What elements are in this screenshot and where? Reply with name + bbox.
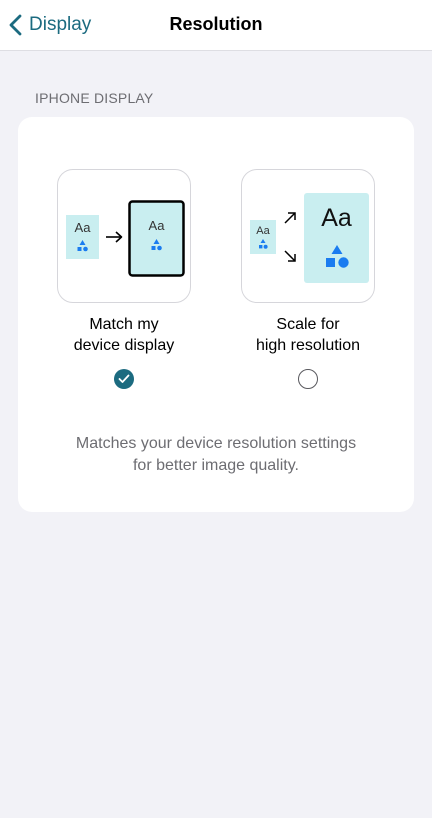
device-frame [128,200,185,277]
option-match-label-line2: device display [73,337,175,354]
navigation-bar: Display Resolution [0,0,432,51]
option-scale-high-resolution[interactable]: Aa Aa Scale for high resolution [230,169,386,389]
scale-resolution-graphic: Aa Aa [250,193,369,283]
small-tile-text: Aa [256,225,270,237]
scale-resolution-illustration[interactable]: Aa Aa [241,169,375,303]
arrow-down-right-icon [284,250,296,262]
description-line2: for better image quality. [132,457,299,474]
source-tile-text: Aa [75,220,92,235]
device-frame-text: Aa [149,218,166,233]
match-display-graphic: Aa Aa [66,200,185,277]
description-line1: Matches your device resolution settings [75,435,357,452]
arrow-up-right-icon [284,212,296,224]
section-header: IPHONE DISPLAY [35,90,154,106]
checkmark-icon [118,374,130,383]
option-description: Matches your device resolution settings … [18,433,414,477]
option-match-radio-checked[interactable] [114,369,134,389]
resolution-options-card: Aa Aa Match my device display Aa Aa Scal… [18,117,414,512]
large-tile-text: Aa [321,204,352,232]
arrow-right-icon [106,231,123,243]
page-title: Resolution [169,14,263,34]
option-match-label-line1: Match my [89,316,159,333]
option-scale-label: Scale for high resolution [230,314,386,356]
option-match-label: Match my device display [46,314,202,356]
option-scale-radio-unchecked[interactable] [298,369,318,389]
option-scale-label-line1: Scale for [276,316,340,333]
option-match-device-display[interactable]: Aa Aa Match my device display [46,169,202,389]
match-display-illustration[interactable]: Aa Aa [57,169,191,303]
option-scale-label-line2: high resolution [255,337,361,354]
